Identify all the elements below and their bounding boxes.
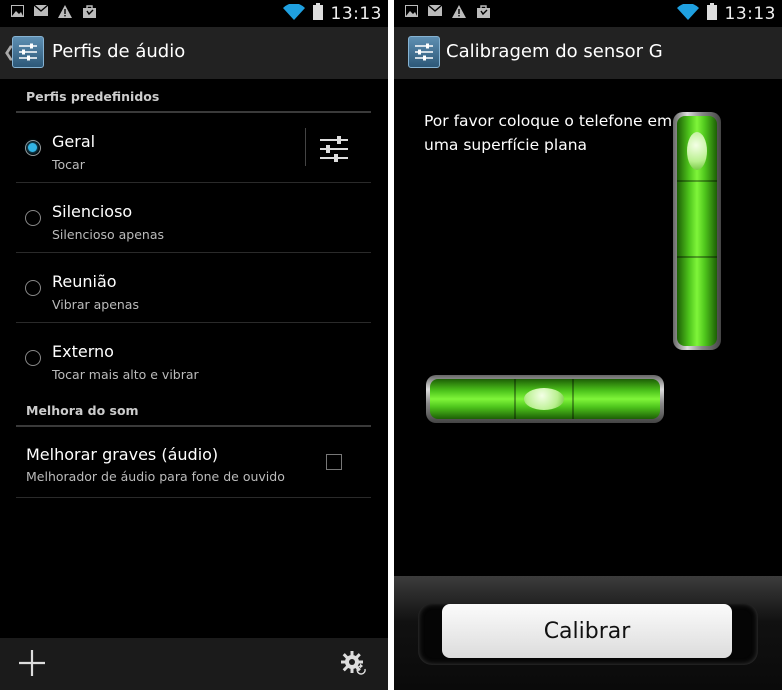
profile-subtitle: Silencioso apenas [52,227,164,242]
page-title: Calibragem do sensor G [446,41,663,62]
radio-unselected[interactable] [25,350,41,366]
horizontal-spirit-level [426,375,664,423]
radio-selected[interactable] [25,140,41,156]
calibrate-button[interactable]: Calibrar [442,604,732,658]
app-settings-icon[interactable] [12,36,44,68]
section-header-presets: Perfis predefinidos [26,89,160,104]
vertical-spirit-level [673,112,721,350]
store-bag-icon [476,5,490,19]
status-clock: 13:13 [330,3,382,24]
wifi-icon [282,2,305,24]
gear-reset-icon[interactable] [340,650,370,682]
level-mark [677,180,717,182]
image-notification-icon [404,5,418,19]
section-divider [16,111,371,113]
horizontal-level-tube [430,379,660,419]
bass-enhance-item[interactable]: Melhorar graves (áudio) Melhorador de áu… [16,428,371,498]
battery-icon [312,3,323,24]
divider [305,128,306,166]
profile-item-geral[interactable]: Geral Tocar [16,114,371,183]
profile-item-reuniao[interactable]: Reunião Vibrar apenas [16,254,371,323]
profile-title: Externo [52,342,114,361]
warning-icon [452,5,466,19]
store-bag-icon [82,5,96,19]
page-title: Perfis de áudio [52,41,186,62]
horizontal-bubble [524,388,564,410]
bass-title: Melhorar graves (áudio) [26,445,219,464]
gsensor-calibration-screen: 13:13 Calibragem do sensor G Por favor c… [394,0,782,690]
calibration-instruction: Por favor coloque o telefone em uma supe… [424,112,673,154]
status-bar: 13:13 [394,0,782,27]
vertical-level-tube [677,116,717,346]
image-notification-icon [10,5,24,19]
level-mark [677,256,717,258]
mail-icon [427,4,443,19]
wifi-icon [676,2,699,24]
profile-item-externo[interactable]: Externo Tocar mais alto e vibrar [16,324,371,393]
action-bar: Calibragem do sensor G [394,27,782,79]
bass-checkbox[interactable] [326,454,342,470]
status-clock: 13:13 [724,3,776,24]
profile-subtitle: Vibrar apenas [52,297,139,312]
profile-subtitle: Tocar mais alto e vibrar [52,367,199,382]
radio-unselected[interactable] [25,210,41,226]
warning-icon [58,5,72,19]
equalizer-sliders-icon[interactable] [320,136,348,166]
profile-title: Silencioso [52,202,133,221]
radio-unselected[interactable] [25,280,41,296]
mail-icon [33,4,49,19]
plus-icon[interactable] [18,649,46,681]
section-header-sound: Melhora do som [26,403,139,418]
level-mark [572,379,574,419]
audio-profiles-screen: 13:13 ❮ Perfis de áudio Perfis predefini… [0,0,388,690]
app-settings-icon[interactable] [408,36,440,68]
profile-item-silencioso[interactable]: Silencioso Silencioso apenas [16,184,371,253]
action-bar: ❮ Perfis de áudio [0,27,388,79]
profile-title: Reunião [52,272,117,291]
vertical-bubble [687,132,707,170]
status-bar: 13:13 [0,0,388,27]
level-mark [514,379,516,419]
section-divider [16,425,371,427]
profile-subtitle: Tocar [52,157,85,172]
bottom-toolbar [0,638,388,690]
bass-subtitle: Melhorador de áudio para fone de ouvido [26,469,285,484]
profile-title: Geral [52,132,96,151]
battery-icon [706,3,717,24]
